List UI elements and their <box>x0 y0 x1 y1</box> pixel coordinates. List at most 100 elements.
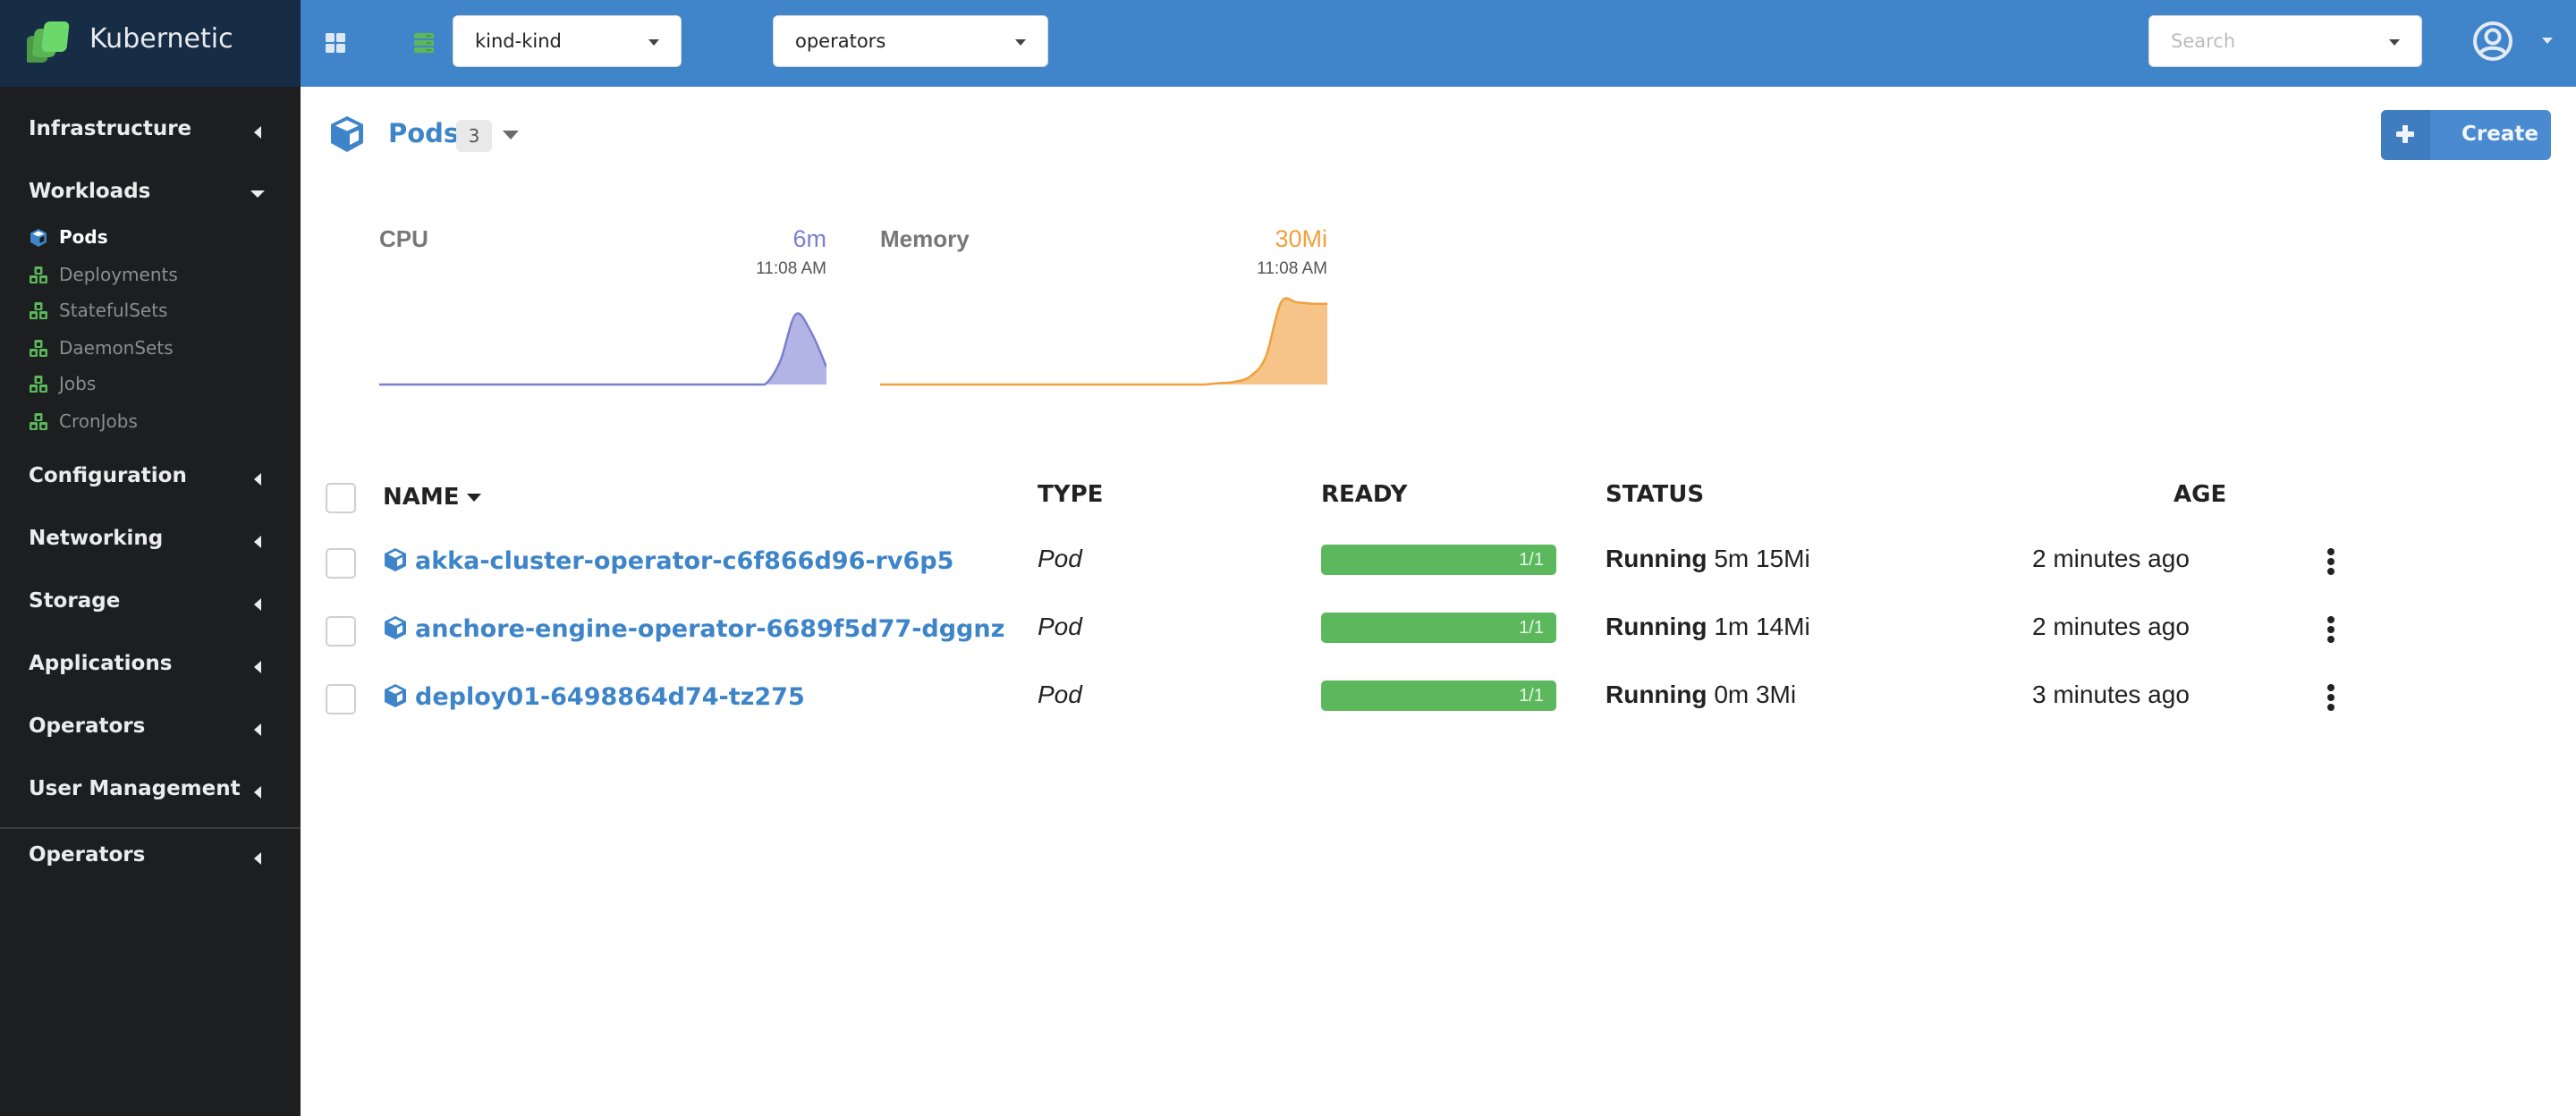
sidebar-section-workloads[interactable]: Workloads <box>0 174 301 219</box>
sidebar-item-jobs[interactable]: Jobs <box>0 368 301 402</box>
sidebar-item-label: Deployments <box>59 264 178 285</box>
sidebar-section-infrastructure[interactable]: Infrastructure <box>0 112 301 156</box>
sidebar-section-label: Applications <box>29 652 173 675</box>
pod-name-link[interactable]: anchore-engine-operator-6689f5d77-dggnz <box>383 615 1004 643</box>
sidebar-item-statefulsets[interactable]: StatefulSets <box>0 294 301 328</box>
sidebar-section-label: Storage <box>29 589 121 613</box>
row-checkbox[interactable] <box>326 684 356 714</box>
ready-progress-bar: 1/1 <box>1321 681 1556 711</box>
cpu-timestamp: 11:08 AM <box>756 259 826 278</box>
sort-desc-icon <box>466 494 481 502</box>
sidebar-section-label: Operators <box>29 714 146 738</box>
cubes-icon <box>30 413 47 430</box>
cpu-chart-title: CPU <box>379 225 428 252</box>
search-input[interactable]: Search <box>2148 15 2422 67</box>
user-circle-icon[interactable] <box>2472 21 2513 62</box>
server-stack-icon[interactable] <box>413 32 435 54</box>
page-title[interactable]: Pods <box>388 118 459 148</box>
app-root: Kubernetic Infrastructure Workloads Pods… <box>0 0 2576 1116</box>
brand[interactable]: Kubernetic <box>0 0 301 87</box>
sidebar-item-label: DaemonSets <box>59 337 174 359</box>
cpu-metric-card: CPU 6m 11:08 AM <box>379 224 826 389</box>
namespace-select-value: operators <box>795 30 886 52</box>
sidebar-item-daemonsets[interactable]: DaemonSets <box>0 332 301 366</box>
caret-left-icon <box>254 852 261 865</box>
caret-left-icon <box>254 598 261 611</box>
pod-age: 2 minutes ago <box>2032 545 2190 572</box>
grid-icon[interactable] <box>325 32 346 54</box>
pod-status: Running 0m 3Mi <box>1606 681 1796 709</box>
sidebar-section-operators[interactable]: Operators <box>0 709 301 754</box>
pod-name: anchore-engine-operator-6689f5d77-dggnz <box>415 615 1005 643</box>
memory-series-area <box>880 298 1327 385</box>
sidebar-item-label: Pods <box>59 226 108 248</box>
cube-icon <box>385 684 406 707</box>
sidebar: Kubernetic Infrastructure Workloads Pods… <box>0 0 301 1116</box>
ready-progress-bar: 1/1 <box>1321 545 1556 575</box>
sidebar-section-label: Networking <box>29 527 164 550</box>
ready-progress-bar: 1/1 <box>1321 613 1556 643</box>
pod-name-link[interactable]: akka-cluster-operator-c6f866d96-rv6p5 <box>383 547 953 575</box>
sidebar-item-pods[interactable]: Pods <box>0 221 301 255</box>
create-button[interactable]: Create <box>2381 110 2551 160</box>
pod-count-badge: 3 <box>456 120 492 152</box>
pod-type: Pod <box>1038 681 1082 708</box>
pod-name-link[interactable]: deploy01-6498864d74-tz275 <box>383 683 805 711</box>
sidebar-section-operators-secondary[interactable]: Operators <box>0 838 301 883</box>
chevron-down-icon[interactable] <box>503 131 519 140</box>
row-checkbox[interactable] <box>326 548 356 579</box>
caret-left-icon <box>254 723 261 736</box>
row-checkbox[interactable] <box>326 616 356 647</box>
sidebar-item-label: CronJobs <box>59 410 138 432</box>
pod-type: Pod <box>1038 545 1082 572</box>
more-actions-icon[interactable] <box>2324 684 2338 711</box>
status-label: Running <box>1606 613 1707 640</box>
sidebar-section-label: Infrastructure <box>29 117 192 140</box>
ready-count: 1/1 <box>1519 686 1544 706</box>
status-label: Running <box>1606 545 1707 572</box>
caret-left-icon <box>254 126 261 139</box>
sidebar-item-cronjobs[interactable]: CronJobs <box>0 405 301 439</box>
caret-left-icon <box>254 536 261 548</box>
status-detail: 1m 14Mi <box>1714 613 1810 640</box>
column-header-name[interactable]: NAME <box>383 484 481 511</box>
cluster-select[interactable]: kind-kind <box>453 15 682 67</box>
namespace-select[interactable]: operators <box>773 15 1048 67</box>
memory-chart-title: Memory <box>880 225 970 252</box>
column-header-age[interactable]: AGE <box>2174 481 2226 508</box>
cpu-current-value: 6m <box>792 225 826 252</box>
cpu-chart <box>379 312 826 386</box>
more-actions-icon[interactable] <box>2324 548 2338 575</box>
cubes-icon <box>30 340 47 357</box>
user-menu-caret-icon[interactable] <box>2542 38 2553 44</box>
pod-age: 2 minutes ago <box>2032 613 2190 640</box>
more-actions-icon[interactable] <box>2324 616 2338 643</box>
memory-chart <box>880 297 1327 386</box>
memory-timestamp: 11:08 AM <box>1257 259 1327 278</box>
memory-current-value: 30Mi <box>1275 225 1327 252</box>
sidebar-section-configuration[interactable]: Configuration <box>0 459 301 503</box>
sidebar-section-label: Operators <box>29 843 146 867</box>
column-header-type[interactable]: TYPE <box>1038 481 1103 508</box>
pod-name: akka-cluster-operator-c6f866d96-rv6p5 <box>415 547 954 575</box>
column-header-ready[interactable]: READY <box>1321 481 1407 508</box>
cubes-icon <box>30 302 47 319</box>
sidebar-item-label: StatefulSets <box>59 300 168 321</box>
status-label: Running <box>1606 681 1707 708</box>
create-button-label: Create <box>2462 123 2538 146</box>
sidebar-section-user-management[interactable]: User Management <box>0 772 301 816</box>
sidebar-item-deployments[interactable]: Deployments <box>0 258 301 292</box>
sidebar-section-storage[interactable]: Storage <box>0 584 301 629</box>
cubes-icon <box>30 376 47 393</box>
sidebar-section-label: Workloads <box>29 180 151 203</box>
sidebar-section-networking[interactable]: Networking <box>0 521 301 566</box>
sidebar-section-applications[interactable]: Applications <box>0 647 301 691</box>
column-header-label: NAME <box>383 484 460 511</box>
pod-status: Running 5m 15Mi <box>1606 545 1810 573</box>
sidebar-divider <box>0 827 301 829</box>
cubes-icon <box>30 266 47 283</box>
column-header-status[interactable]: STATUS <box>1606 481 1704 508</box>
cpu-series-line <box>379 312 826 386</box>
chevron-down-icon <box>1015 39 1026 46</box>
select-all-checkbox[interactable] <box>326 483 356 513</box>
